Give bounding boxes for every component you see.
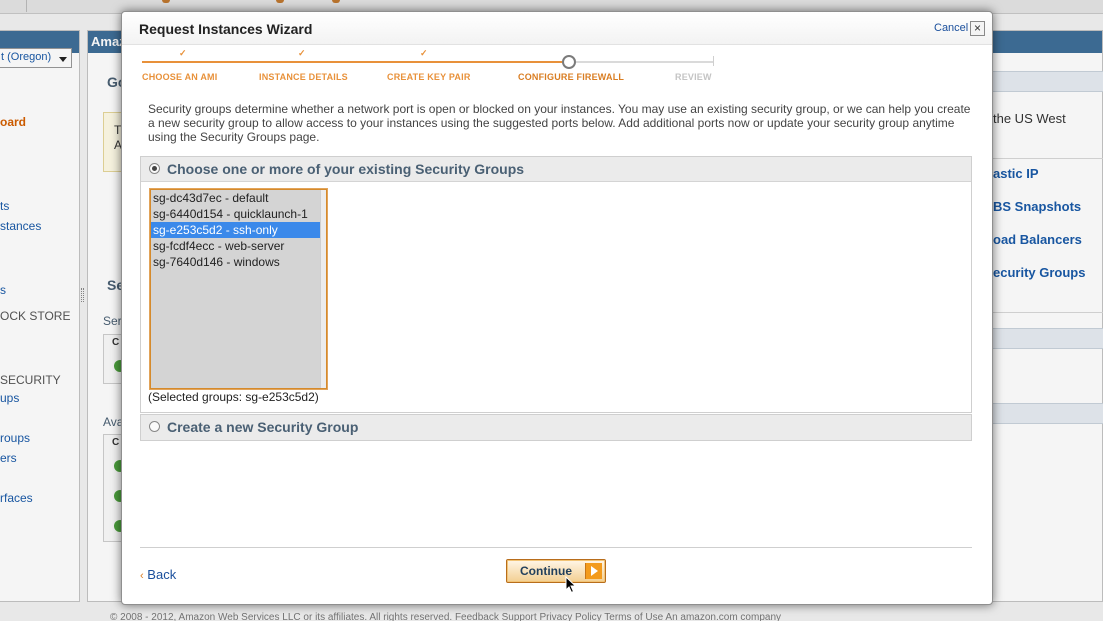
step-label-create-key-pair: CREATE KEY PAIR (387, 72, 471, 82)
security-groups-listbox[interactable]: sg-dc43d7ec - default sg-6440d154 - quick… (150, 189, 327, 389)
continue-button[interactable]: Continue (506, 559, 606, 583)
step-complete-check-icon: ✓ (179, 48, 187, 58)
step-complete-check-icon: ✓ (298, 48, 306, 58)
close-icon[interactable]: × (970, 21, 985, 36)
new-group-section-header[interactable]: Create a new Security Group (141, 415, 971, 440)
play-arrow-icon (585, 563, 602, 579)
progress-line-end-cap (713, 56, 714, 66)
existing-groups-section-header[interactable]: Choose one or more of your existing Secu… (141, 157, 971, 182)
mouse-pointer-icon (565, 576, 577, 594)
listbox-scrollbar[interactable] (320, 190, 326, 388)
step-label-review: REVIEW (675, 72, 712, 82)
back-link[interactable]: ‹ Back (140, 567, 176, 582)
dialog-titlebar: Request Instances Wizard Cancel × (122, 12, 992, 45)
existing-groups-section: Choose one or more of your existing Secu… (140, 156, 972, 413)
security-group-option[interactable]: sg-6440d154 - quicklaunch-1 (151, 206, 320, 222)
request-instances-dialog: Request Instances Wizard Cancel × ✓ ✓ ✓ … (121, 11, 993, 605)
selected-groups-summary: (Selected groups: sg-e253c5d2) (148, 390, 319, 404)
security-group-option[interactable]: sg-e253c5d2 - ssh-only (151, 222, 320, 238)
security-group-option[interactable]: sg-fcdf4ecc - web-server (151, 238, 320, 254)
step-label-choose-ami: CHOOSE AN AMI (142, 72, 218, 82)
chevron-left-icon: ‹ (140, 570, 144, 582)
dialog-title: Request Instances Wizard (139, 21, 313, 37)
security-group-option[interactable]: sg-7640d146 - windows (151, 254, 320, 270)
step-label-instance-details: INSTANCE DETAILS (259, 72, 348, 82)
step-complete-check-icon: ✓ (420, 48, 428, 58)
security-groups-intro: Security groups determine whether a netw… (148, 102, 971, 144)
existing-groups-radio[interactable] (149, 163, 160, 174)
progress-line-complete (142, 61, 569, 63)
step-label-configure-firewall: CONFIGURE FIREWALL (518, 72, 625, 82)
footer-divider (140, 547, 972, 548)
new-group-section: Create a new Security Group (140, 414, 972, 441)
current-step-indicator (562, 55, 576, 69)
back-link-label: Back (147, 567, 177, 582)
security-group-option[interactable]: sg-dc43d7ec - default (151, 190, 320, 206)
new-group-radio[interactable] (149, 421, 160, 432)
new-group-section-title: Create a new Security Group (167, 419, 359, 435)
cancel-link[interactable]: Cancel (934, 22, 968, 34)
progress-line-remaining (576, 61, 714, 63)
existing-groups-section-title: Choose one or more of your existing Secu… (167, 161, 525, 177)
